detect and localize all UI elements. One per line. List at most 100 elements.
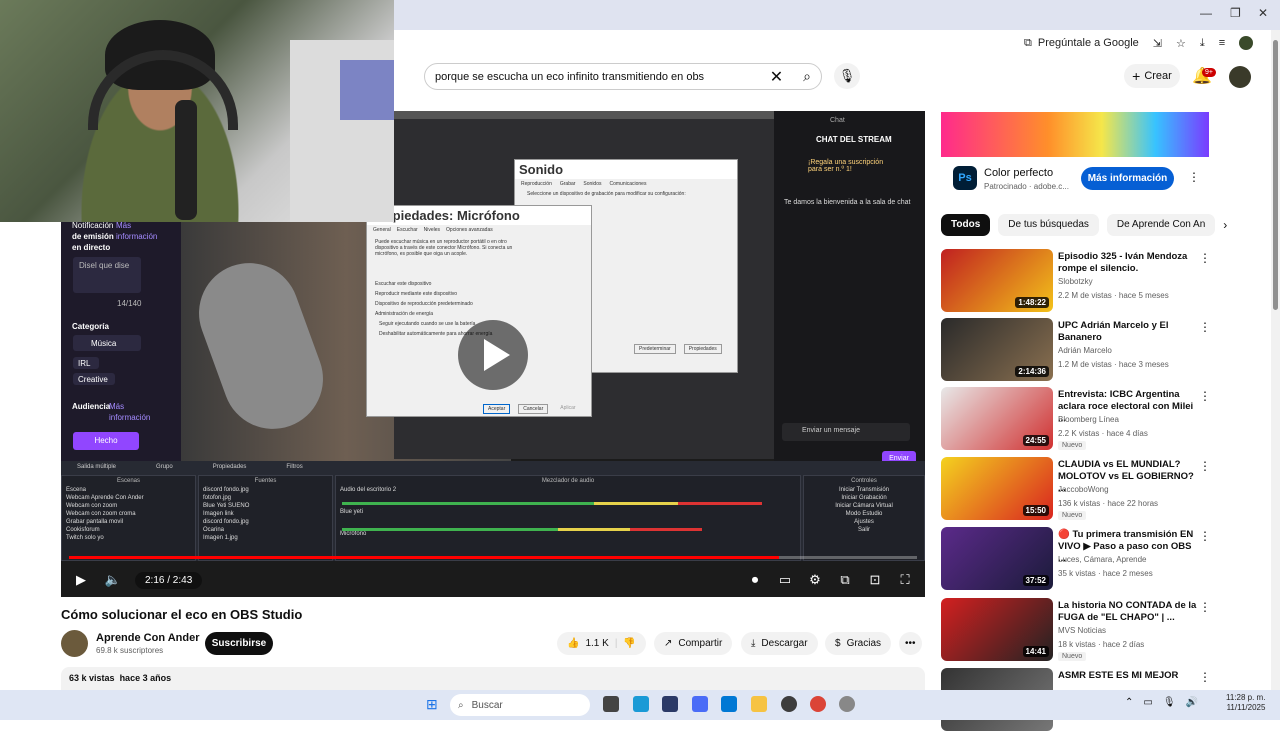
video-thumbnail[interactable]: 1:48:22 bbox=[941, 249, 1053, 312]
recommendation-item[interactable]: 37:52 🔴 Tu primera transmisión EN VIVO ▶ … bbox=[941, 527, 1241, 591]
toolbar-actions: ⧉ Pregúntale a Google ⇲ ☆ ⤓ ≡ ⋮ bbox=[1024, 33, 1278, 53]
like-dislike-group: 👍 1.1 K | 👎 bbox=[557, 632, 646, 655]
ad-banner[interactable] bbox=[941, 112, 1209, 157]
create-button[interactable]: + Crear bbox=[1124, 64, 1180, 88]
page-scrollbar[interactable] bbox=[1271, 30, 1280, 690]
bookmark-star-icon[interactable]: ☆ bbox=[1176, 37, 1186, 50]
recommendation-title[interactable]: ASMR ESTE ES MI MEJOR bbox=[1058, 670, 1198, 682]
search-input[interactable]: porque se escucha un eco infinito transm… bbox=[424, 63, 822, 90]
microphone-icon[interactable]: 🎙 bbox=[1163, 697, 1176, 708]
chip-channel[interactable]: De Aprende Con An bbox=[1106, 214, 1216, 236]
play-overlay-icon[interactable] bbox=[458, 320, 528, 390]
download-icon[interactable]: ⤓ bbox=[1200, 37, 1205, 50]
chip-all[interactable]: Todos bbox=[941, 214, 991, 236]
video-thumbnail[interactable]: 24:55 bbox=[941, 387, 1053, 450]
video-duration: 37:52 bbox=[1022, 575, 1049, 586]
clear-search-icon[interactable]: ✕ bbox=[770, 67, 783, 87]
volume-icon[interactable]: 🔈 bbox=[103, 572, 123, 588]
video-thumbnail[interactable]: 2:14:36 bbox=[941, 318, 1053, 381]
ad-more-info-button[interactable]: Más información bbox=[1081, 167, 1174, 190]
recommendation-item[interactable]: 15:50 CLAUDIA vs EL MUNDIAL? MOLOTOV vs E… bbox=[941, 457, 1241, 521]
taskbar-search[interactable]: ⌕ Buscar bbox=[450, 694, 590, 716]
channel-avatar[interactable] bbox=[61, 630, 88, 657]
more-options-icon[interactable]: ⋮ bbox=[1199, 600, 1211, 614]
more-options-icon[interactable]: ⋮ bbox=[1199, 459, 1211, 473]
chevron-right-icon[interactable]: › bbox=[1223, 214, 1227, 236]
ad-title[interactable]: Color perfecto bbox=[984, 167, 1053, 179]
video-thumbnail[interactable]: 37:52 bbox=[941, 527, 1053, 590]
reading-list-icon[interactable]: ≡ bbox=[1219, 37, 1225, 49]
new-badge: Nuevo bbox=[1058, 652, 1087, 661]
like-icon[interactable]: 👍 bbox=[567, 638, 579, 649]
recommendation-channel[interactable]: Adrián Marcelo bbox=[1058, 346, 1112, 355]
subscribe-button[interactable]: Suscribirse bbox=[205, 632, 273, 655]
ad-menu-icon[interactable]: ⋮ bbox=[1188, 170, 1200, 184]
progress-bar[interactable] bbox=[69, 556, 917, 559]
stream-info-panel: Notificación Más de emisión información … bbox=[61, 221, 181, 461]
chrome-icon[interactable] bbox=[810, 696, 826, 712]
share-button[interactable]: ↗ Compartir bbox=[654, 632, 733, 655]
taskbar-clock[interactable]: 11:28 p. m. 11/11/2025 bbox=[1226, 693, 1265, 713]
recommendation-channel[interactable]: JaccoboWong bbox=[1058, 485, 1109, 494]
recommendation-channel[interactable]: Luces, Cámara, Aprende bbox=[1058, 555, 1147, 564]
voice-search-icon[interactable]: 🎙 bbox=[834, 63, 860, 89]
more-actions-button[interactable]: ••• bbox=[899, 632, 922, 655]
app-icon[interactable] bbox=[692, 696, 708, 712]
recommendation-item[interactable]: 24:55 Entrevista: ICBC Argentina aclara r… bbox=[941, 387, 1241, 451]
autoplay-toggle[interactable]: ⏺ bbox=[745, 572, 765, 588]
dislike-icon[interactable]: 👎 bbox=[623, 638, 635, 649]
volume-tray-icon[interactable]: 🔊 bbox=[1186, 697, 1198, 708]
more-options-icon[interactable]: ⋮ bbox=[1199, 670, 1211, 684]
channel-name[interactable]: Aprende Con Ander bbox=[96, 632, 200, 644]
recommendation-title[interactable]: UPC Adrián Marcelo y El Bananero bbox=[1058, 320, 1198, 344]
sources-dock: Fuentes discord fondo.jpg fotofon.jpg Bl… bbox=[198, 475, 333, 561]
recommendation-channel[interactable]: MVS Noticias bbox=[1058, 626, 1106, 635]
file-explorer-icon[interactable] bbox=[751, 696, 767, 712]
settings-gear-icon[interactable]: ⚙ bbox=[805, 572, 825, 588]
subtitles-icon[interactable]: ▭ bbox=[775, 572, 795, 588]
task-view-icon[interactable] bbox=[603, 696, 619, 712]
thanks-button[interactable]: $ Gracias bbox=[825, 632, 892, 655]
close-window-button[interactable]: ✕ bbox=[1258, 6, 1268, 20]
settings-icon[interactable] bbox=[839, 696, 855, 712]
install-icon[interactable]: ⇲ bbox=[1153, 37, 1162, 50]
maximize-button[interactable]: ❐ bbox=[1230, 6, 1241, 20]
search-query[interactable]: porque se escucha un eco infinito transm… bbox=[435, 71, 770, 83]
minimize-button[interactable]: — bbox=[1200, 6, 1212, 20]
chip-searches[interactable]: De tus búsquedas bbox=[998, 214, 1099, 236]
more-options-icon[interactable]: ⋮ bbox=[1199, 389, 1211, 403]
recommendation-item[interactable]: 2:14:36 UPC Adrián Marcelo y El Bananero A… bbox=[941, 318, 1241, 382]
mail-icon[interactable] bbox=[721, 696, 737, 712]
recommendation-channel[interactable]: Slobotzky bbox=[1058, 277, 1093, 286]
ask-google-button[interactable]: ⧉ Pregúntale a Google bbox=[1024, 37, 1139, 50]
profile-avatar[interactable] bbox=[1239, 36, 1254, 50]
search-icon[interactable]: ⌕ bbox=[803, 68, 811, 85]
like-count[interactable]: 1.1 K bbox=[585, 638, 608, 649]
cast-icon[interactable]: ⊡ bbox=[865, 572, 885, 588]
video-duration: 1:48:22 bbox=[1015, 297, 1049, 308]
miniplayer-icon[interactable]: ⧉ bbox=[835, 572, 855, 588]
fullscreen-icon[interactable]: ⛶ bbox=[895, 572, 915, 588]
video-duration: 24:55 bbox=[1022, 435, 1049, 446]
download-button[interactable]: ⤓ Descargar bbox=[741, 632, 818, 655]
account-avatar[interactable] bbox=[1229, 66, 1251, 88]
recommendation-title[interactable]: Episodio 325 - Iván Mendoza rompe el sil… bbox=[1058, 251, 1198, 275]
more-options-icon[interactable]: ⋮ bbox=[1199, 529, 1211, 543]
recommendation-item[interactable]: 14:41 La historia NO CONTADA de la FUGA d… bbox=[941, 598, 1241, 662]
more-options-icon[interactable]: ⋮ bbox=[1199, 320, 1211, 334]
chevron-up-icon[interactable]: ⌃ bbox=[1125, 697, 1133, 708]
recommendation-title[interactable]: La historia NO CONTADA de la FUGA de "EL… bbox=[1058, 600, 1198, 624]
network-icon[interactable]: ▭ bbox=[1143, 697, 1152, 708]
more-options-icon[interactable]: ⋮ bbox=[1199, 251, 1211, 265]
video-duration: 14:41 bbox=[1022, 646, 1049, 657]
recommendation-channel[interactable]: Bloomberg Línea bbox=[1058, 415, 1119, 424]
edge-icon[interactable] bbox=[633, 696, 649, 712]
obs-icon[interactable] bbox=[781, 696, 797, 712]
video-thumbnail[interactable]: 15:50 bbox=[941, 457, 1053, 520]
recommendation-item[interactable]: 1:48:22 Episodio 325 - Iván Mendoza rompe… bbox=[941, 249, 1241, 313]
play-icon[interactable]: ▶ bbox=[71, 572, 91, 588]
video-thumbnail[interactable]: 14:41 bbox=[941, 598, 1053, 661]
video-duration: 2:14:36 bbox=[1015, 366, 1049, 377]
store-icon[interactable] bbox=[662, 696, 678, 712]
windows-start-icon[interactable]: ⊞ bbox=[426, 696, 438, 713]
